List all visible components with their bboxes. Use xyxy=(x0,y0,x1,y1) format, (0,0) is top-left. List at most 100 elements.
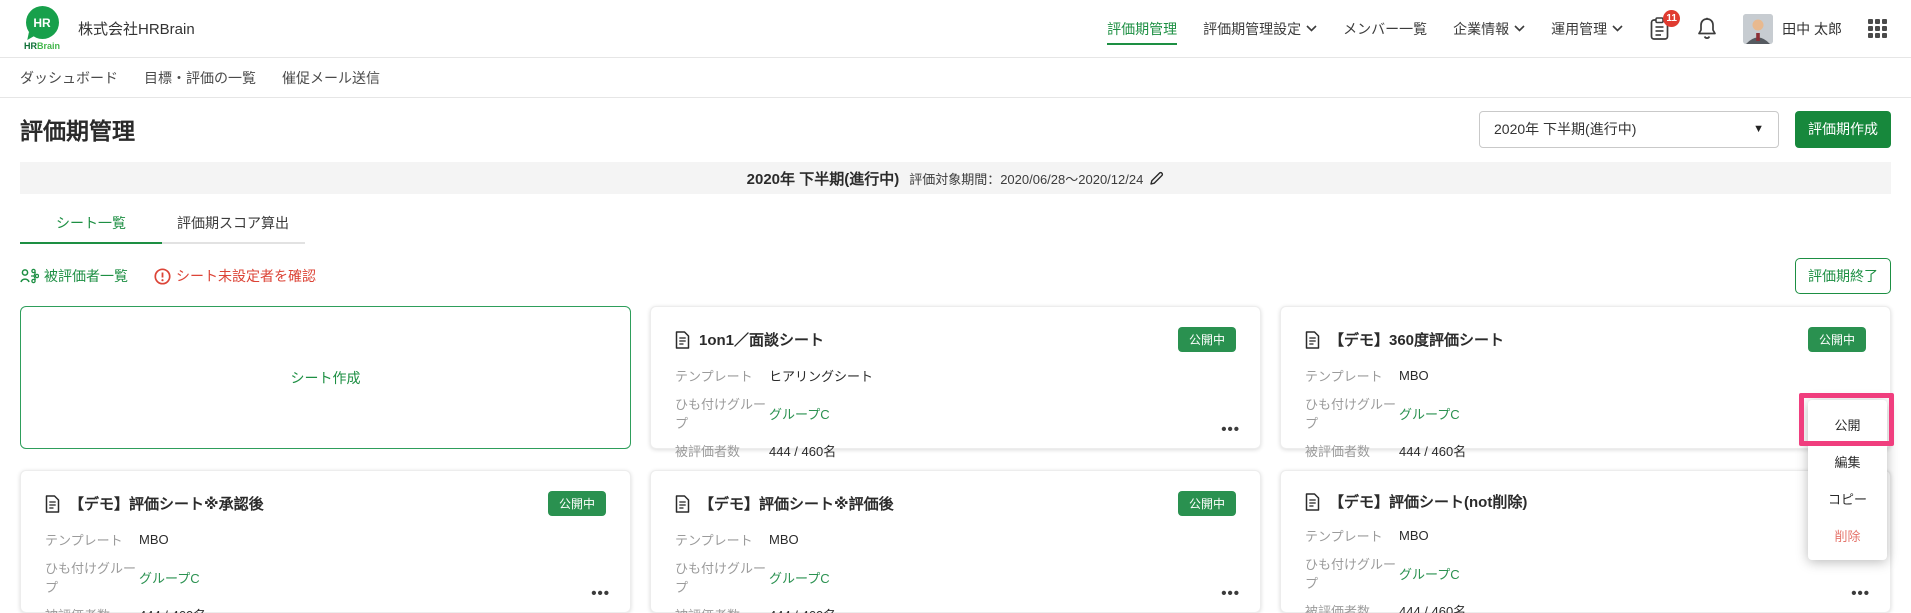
tab-sheet-list[interactable]: シート一覧 xyxy=(20,204,162,244)
card-title: 【デモ】評価シート※承認後 xyxy=(69,496,264,513)
evaluatee-list-link[interactable]: 被評価者一覧 xyxy=(20,266,128,286)
apps-grid-icon[interactable] xyxy=(1868,19,1887,38)
evaluatees-value: 444 / 460名 xyxy=(769,444,837,459)
evaluatees-value: 444 / 460名 xyxy=(1399,604,1467,613)
group-link[interactable]: グループC xyxy=(769,404,830,423)
document-icon xyxy=(1305,492,1320,511)
status-badge: 公開中 xyxy=(1807,327,1866,352)
evaluatees-label: 被評価者数 xyxy=(1305,604,1371,613)
notifications-button[interactable] xyxy=(1697,17,1717,40)
more-menu-button[interactable]: ••• xyxy=(1851,585,1870,602)
nav-item-members[interactable]: メンバー一覧 xyxy=(1343,19,1427,39)
group-label: ひも付けグループ xyxy=(675,397,767,431)
tab-bar: シート一覧 評価期スコア算出 xyxy=(20,204,305,244)
status-badge: 公開中 xyxy=(1177,327,1236,352)
menu-item-publish[interactable]: 公開 xyxy=(1808,406,1887,443)
group-label: ひも付けグループ xyxy=(1305,397,1397,431)
sub-nav: ダッシュボード 目標・評価の一覧 催促メール送信 xyxy=(0,58,1911,98)
hrbrain-logo[interactable]: HR HRBrain xyxy=(20,6,64,51)
company-name: 株式会社HRBrain xyxy=(78,21,195,38)
group-label: ひも付けグループ xyxy=(45,561,137,595)
logo-wordmark: HRBrain xyxy=(23,41,60,51)
sheet-card-360[interactable]: 【デモ】360度評価シート 公開中 テンプレート MBO ひも付けグループ グループ… xyxy=(1280,306,1891,459)
avatar xyxy=(1743,13,1774,44)
card-title: 【デモ】評価シート(not削除) xyxy=(1329,494,1528,511)
period-select-value: 2020年 下半期(進行中) xyxy=(1494,121,1637,137)
chevron-down-icon xyxy=(1306,25,1317,32)
group-link[interactable]: グループC xyxy=(139,568,200,587)
tasks-button[interactable]: 11 xyxy=(1649,9,1681,41)
sheet-card-1on1[interactable]: 1on1／面談シート 公開中 テンプレート ヒアリングシート ひも付けグループ グル… xyxy=(650,306,1261,459)
template-label: テンプレート xyxy=(45,533,123,548)
chevron-down-icon xyxy=(1612,25,1623,32)
evaluatees-label: 被評価者数 xyxy=(675,444,741,459)
more-menu-button[interactable]: ••• xyxy=(591,585,610,602)
nav-item-evaluation-period[interactable]: 評価期管理 xyxy=(1107,19,1178,45)
period-banner: 2020年 下半期(進行中) 評価対象期間：2020/06/28～2020/12… xyxy=(20,162,1891,194)
menu-item-edit[interactable]: 編集 xyxy=(1808,443,1887,480)
status-badge: 公開中 xyxy=(1177,491,1236,516)
user-name: 田中 太郎 xyxy=(1782,20,1842,37)
group-link[interactable]: グループC xyxy=(1399,564,1460,583)
page-title: 評価期管理 xyxy=(20,118,135,144)
group-link[interactable]: グループC xyxy=(1399,404,1460,423)
menu-item-delete[interactable]: 削除 xyxy=(1808,517,1887,554)
document-icon xyxy=(45,494,60,513)
logo-icon: HR xyxy=(25,6,59,39)
card-title: 【デモ】360度評価シート xyxy=(1329,332,1505,349)
nav-item-company-info[interactable]: 企業情報 xyxy=(1453,19,1525,39)
template-value: MBO xyxy=(1399,528,1429,543)
subnav-item-goals-evaluations[interactable]: 目標・評価の一覧 xyxy=(144,68,256,88)
subnav-item-reminder-mail[interactable]: 催促メール送信 xyxy=(282,68,380,88)
create-sheet-card[interactable]: シート作成 xyxy=(20,306,631,449)
more-menu-button[interactable]: ••• xyxy=(1221,421,1240,438)
card-title: 1on1／面談シート xyxy=(699,332,825,349)
warning-exclamation-icon xyxy=(154,267,171,285)
banner-date-range: 評価対象期間：2020/06/28～2020/12/24 xyxy=(909,169,1164,188)
create-period-button[interactable]: 評価期作成 xyxy=(1795,110,1891,148)
evaluatees-value: 444 / 460名 xyxy=(139,605,206,613)
bell-icon xyxy=(1698,17,1716,39)
template-value: ヒアリングシート xyxy=(769,369,874,384)
tab-score-calc[interactable]: 評価期スコア算出 xyxy=(162,204,304,244)
nav-item-evaluation-settings[interactable]: 評価期管理設定 xyxy=(1203,19,1317,39)
card-context-menu: 公開 編集 コピー 削除 xyxy=(1808,400,1887,560)
user-menu[interactable]: 田中 太郎 xyxy=(1743,13,1842,44)
group-label: ひも付けグループ xyxy=(675,561,767,595)
menu-item-copy[interactable]: コピー xyxy=(1808,480,1887,517)
card-title: 【デモ】評価シート※評価後 xyxy=(699,496,894,513)
sheet-cards-grid: シート作成 1on1／面談シート 公開中 テンプレート ヒアリングシート ひも付け… xyxy=(0,294,1911,613)
create-sheet-label: シート作成 xyxy=(290,369,361,386)
status-badge: 公開中 xyxy=(547,491,606,516)
template-value: MBO xyxy=(139,532,169,547)
template-value: MBO xyxy=(1399,368,1429,383)
document-icon xyxy=(1305,330,1320,349)
template-label: テンプレート xyxy=(1305,529,1383,544)
subnav-item-dashboard[interactable]: ダッシュボード xyxy=(20,68,118,88)
sheet-card-demo-notdelete[interactable]: 【デモ】評価シート(not削除) テンプレート MBO ひも付けグループ グループC… xyxy=(1280,470,1891,613)
toolbar: 被評価者一覧 シート未設定者を確認 評価期終了 xyxy=(0,244,1911,294)
top-bar: HR HRBrain 株式会社HRBrain 評価期管理 評価期管理設定 メンバ… xyxy=(0,0,1911,58)
more-menu-button[interactable]: ••• xyxy=(1221,585,1240,602)
group-label: ひも付けグループ xyxy=(1305,557,1397,591)
page-header: 評価期管理 2020年 下半期(進行中) ▼ 評価期作成 xyxy=(0,98,1911,160)
template-label: テンプレート xyxy=(675,533,753,548)
unset-sheet-warning-link[interactable]: シート未設定者を確認 xyxy=(154,266,316,286)
notification-badge: 11 xyxy=(1663,9,1681,27)
template-value: MBO xyxy=(769,532,799,547)
sheet-card-demo-evaluated[interactable]: 【デモ】評価シート※評価後 公開中 テンプレート MBO ひも付けグループ グループ… xyxy=(650,470,1261,613)
person-network-icon xyxy=(20,268,39,284)
template-label: テンプレート xyxy=(1305,369,1383,384)
group-link[interactable]: グループC xyxy=(769,568,830,587)
end-period-button[interactable]: 評価期終了 xyxy=(1795,258,1891,294)
period-select[interactable]: 2020年 下半期(進行中) ▼ xyxy=(1479,110,1779,148)
edit-pencil-icon[interactable] xyxy=(1149,171,1164,186)
document-icon xyxy=(675,494,690,513)
evaluatees-label: 被評価者数 xyxy=(45,605,139,613)
evaluatees-value: 444 / 460名 xyxy=(1399,444,1467,459)
evaluatees-label: 被評価者数 xyxy=(1305,444,1371,459)
evaluatees-value: 444 / 460名 xyxy=(769,605,836,613)
nav-item-operations[interactable]: 運用管理 xyxy=(1551,19,1623,39)
sheet-card-demo-approved[interactable]: 【デモ】評価シート※承認後 公開中 テンプレート MBO ひも付けグループ グループ… xyxy=(20,470,631,613)
evaluatees-label: 被評価者数 xyxy=(675,605,769,613)
